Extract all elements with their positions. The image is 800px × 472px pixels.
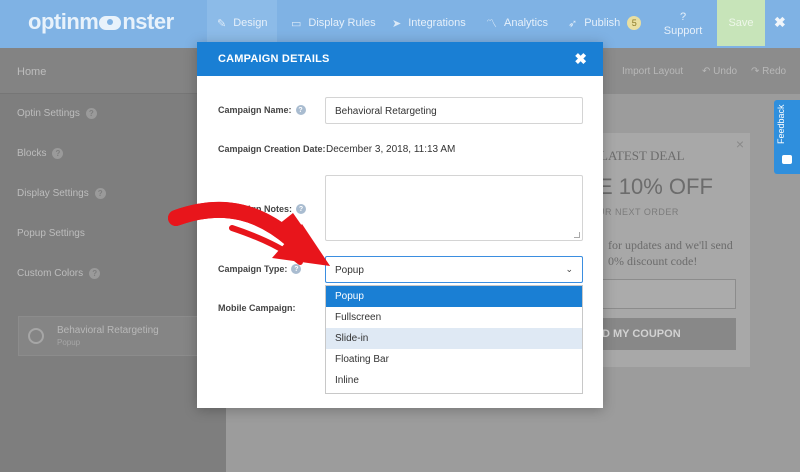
tab-analytics-label: Analytics — [504, 17, 549, 29]
undo-icon: ↶ — [702, 66, 714, 77]
chat-icon — [782, 155, 792, 164]
save-button[interactable]: Save — [717, 0, 765, 46]
tab-display-rules-label: Display Rules — [308, 17, 376, 29]
top-navigation-bar: optinm nster ✎ Design ▭ Display Rules ➤ I… — [0, 0, 800, 48]
sidebar-item-label: Display Settings — [17, 188, 89, 199]
preview-offer: E 10% OFF — [598, 174, 713, 199]
tab-publish-label: Publish — [584, 17, 621, 29]
sidebar-item-label: Popup Settings — [17, 228, 85, 239]
paper-plane-icon: ➤ — [392, 17, 402, 30]
campaign-name-input[interactable]: Behavioral Retargeting — [325, 97, 583, 124]
campaign-type-value: Popup — [335, 265, 364, 276]
redo-button[interactable]: ↷ Redo — [751, 66, 786, 77]
support-button[interactable]: ? Support — [660, 10, 706, 38]
tab-integrations-label: Integrations — [408, 17, 466, 29]
sidebar-item-blocks[interactable]: Blocks ? — [17, 148, 64, 159]
redo-label: Redo — [762, 66, 787, 77]
gear-icon — [28, 328, 44, 344]
undo-label: Undo — [713, 66, 738, 77]
option-fullscreen[interactable]: Fullscreen — [326, 307, 582, 328]
tab-publish[interactable]: ➶ Publish 5 — [568, 0, 642, 46]
preview-body-text: for updates and we'll send 0% discount c… — [608, 237, 733, 269]
tab-design-label: Design — [233, 17, 268, 29]
option-floating-bar[interactable]: Floating Bar — [326, 349, 582, 370]
campaign-notes-label: Campaign Notes: ? — [218, 204, 307, 214]
modal-header: CAMPAIGN DETAILS ✖ — [197, 42, 603, 76]
sidebar-item-optin-settings[interactable]: Optin Settings ? — [17, 108, 97, 119]
help-icon[interactable]: ? — [52, 148, 64, 159]
option-popup[interactable]: Popup — [326, 286, 582, 307]
option-slide-in[interactable]: Slide-in — [326, 328, 582, 349]
help-icon[interactable]: ? — [296, 204, 307, 214]
sidebar-item-label: Blocks — [17, 148, 47, 159]
campaign-type-label: Campaign Type: ? — [218, 264, 302, 274]
campaign-notes-textarea[interactable] — [325, 175, 583, 241]
modal-title: CAMPAIGN DETAILS — [218, 53, 330, 65]
campaign-details-modal: CAMPAIGN DETAILS ✖ Campaign Name: ? Beha… — [197, 42, 603, 408]
campaign-card[interactable]: Behavioral Retargeting Popup — [18, 316, 210, 356]
support-label: Support — [663, 25, 703, 37]
pencil-icon: ✎ — [217, 17, 227, 30]
option-inline[interactable]: Inline — [326, 370, 582, 391]
undo-button[interactable]: ↶ Undo — [702, 66, 737, 77]
chevron-down-icon: ⌄ — [565, 264, 573, 274]
campaign-type-dropdown: Popup Fullscreen Slide-in Floating Bar I… — [325, 285, 583, 394]
line-chart-icon: 〽 — [486, 18, 497, 30]
left-sidebar: Home Optin Settings ? Blocks ? Display S… — [0, 48, 226, 472]
rocket-icon: ➶ — [568, 17, 578, 30]
import-layout-button[interactable]: Import Layout — [622, 66, 683, 77]
preview-body-line-1: for updates and we'll send — [608, 238, 733, 252]
preview-email-input[interactable] — [590, 279, 736, 309]
preview-headline: LATEST DEAL — [600, 148, 685, 163]
campaign-card-subtitle: Popup — [57, 338, 81, 347]
monitor-icon: ▭ — [291, 17, 302, 30]
sidebar-item-display-settings[interactable]: Display Settings ? — [17, 188, 106, 199]
tab-integrations[interactable]: ➤ Integrations — [392, 0, 466, 46]
sidebar-item-label: Custom Colors — [17, 268, 84, 279]
publish-badge: 5 — [627, 16, 642, 30]
preview-coupon-button[interactable]: D MY COUPON — [590, 318, 736, 350]
mobile-campaign-label: Mobile Campaign: — [218, 303, 296, 313]
feedback-label: Feedback — [776, 104, 786, 144]
tab-analytics[interactable]: 〽 Analytics — [486, 0, 548, 46]
campaign-name-label: Campaign Name: ? — [218, 105, 306, 115]
preview-close-icon[interactable]: × — [736, 136, 744, 152]
campaign-type-select[interactable]: Popup ⌄ — [325, 256, 583, 283]
sidebar-item-custom-colors[interactable]: Custom Colors ? — [17, 268, 101, 279]
question-icon: ? — [679, 11, 687, 23]
help-icon[interactable]: ? — [295, 105, 306, 115]
sidebar-item-popup-settings[interactable]: Popup Settings — [17, 228, 85, 239]
campaign-creation-date-value: December 3, 2018, 11:13 AM — [326, 144, 456, 155]
popup-preview[interactable]: × LATEST DEAL E 10% OFF UR NEXT ORDER fo… — [590, 133, 750, 367]
close-builder-icon[interactable]: ✖ — [774, 14, 786, 31]
sidebar-home[interactable]: Home — [0, 48, 226, 94]
campaign-card-title: Behavioral Retargeting — [57, 325, 159, 336]
resize-handle-icon[interactable] — [574, 232, 580, 238]
help-icon[interactable]: ? — [85, 108, 97, 119]
campaign-creation-date-label: Campaign Creation Date: — [218, 144, 326, 154]
optinmonster-logo[interactable]: optinm nster — [28, 9, 174, 35]
sidebar-item-label: Optin Settings — [17, 108, 80, 119]
help-icon[interactable]: ? — [94, 188, 106, 199]
logo-eye-icon — [99, 16, 122, 31]
preview-body-line-2: 0% discount code! — [608, 254, 698, 268]
help-icon[interactable]: ? — [291, 264, 302, 274]
tab-display-rules[interactable]: ▭ Display Rules — [291, 0, 376, 46]
modal-close-icon[interactable]: ✖ — [574, 50, 587, 68]
preview-subtext: UR NEXT ORDER — [598, 207, 679, 217]
redo-icon: ↷ — [751, 66, 763, 77]
tab-design[interactable]: ✎ Design — [207, 0, 277, 46]
feedback-tab[interactable]: Feedback — [774, 100, 800, 174]
help-icon[interactable]: ? — [89, 268, 101, 279]
